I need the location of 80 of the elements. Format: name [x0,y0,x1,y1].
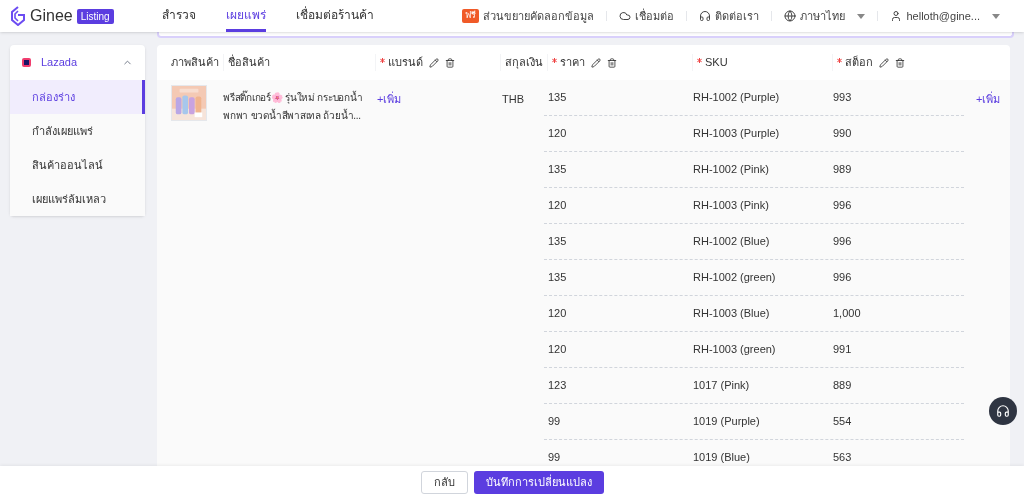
edit-icon[interactable] [879,57,889,68]
save-button[interactable]: บันทึกการเปลี่ยนแปลง [473,470,604,494]
price-cell-text: 135 [547,270,568,286]
trash-icon[interactable] [607,57,617,68]
price-cell-text: 120 [547,198,568,214]
cloud-icon [619,10,632,22]
stock-cell-text: 990 [832,126,853,142]
sku-cell-text: RH-1003 (Blue) [692,306,771,322]
globe-icon [784,10,797,22]
required-icon [552,58,557,63]
edit-icon[interactable] [591,57,601,68]
stock-cell-text: 989 [832,162,853,178]
sku-cell-text: 1019 (Purple) [692,414,761,430]
required-icon [837,58,842,63]
caret-icon [857,13,866,19]
sku-cell-text: RH-1003 (green) [692,342,777,358]
price-cell-text: 120 [547,126,568,142]
stock-cell-text: 889 [832,378,853,394]
stock-cell-text: 991 [832,342,853,358]
price-cell-text: 99 [547,414,562,430]
column-title: SKU [705,55,728,71]
logo-text: Ginee [30,6,73,26]
sidebar-item[interactable]: กำลังเผยแพร่ [10,114,145,148]
price-cell-text: 123 [547,378,568,394]
contact-link[interactable]: ติดต่อเรา [699,7,760,25]
price-cell-text: 120 [547,342,568,358]
sku-cell-text: RH-1002 (green) [692,270,777,286]
column-title: สกุลเงิน [505,55,543,71]
product-badge: Listing [76,8,114,24]
price-cell-text: 135 [547,90,568,106]
logo-icon [10,6,26,26]
language-dropdown[interactable]: ภาษาไทย [784,7,866,25]
stock-cell-text: 996 [832,270,853,286]
currency-text: THB [502,93,524,105]
price-cell-text: 99 [547,450,562,466]
sku-cell-text: RH-1002 (Blue) [692,234,771,250]
add-brand-link[interactable]: +เพิ่ม [377,91,402,108]
stock-cell-text: 993 [832,90,853,106]
nav-tab[interactable]: เชื่อมต่อร้านค้า [295,0,374,32]
sidebar-item[interactable]: เผยแพร่ล้มเหลว [10,182,145,216]
add-link[interactable]: +เพิ่ม [976,91,1001,108]
trash-icon[interactable] [895,57,905,68]
back-button[interactable]: กลับ [420,470,468,494]
headset-icon [699,10,712,22]
required-icon [697,58,702,63]
column-title: สต็อก [845,54,873,71]
sku-cell-text: RH-1003 (Pink) [692,198,770,214]
column-title: ภาพสินค้า [171,55,219,71]
price-cell-text: 135 [547,162,568,178]
caret-icon [992,13,1000,19]
sidebar-item[interactable]: กล่องร่าง [10,80,145,114]
edit-icon[interactable] [429,57,439,68]
trash-icon[interactable] [445,57,455,68]
sku-cell-text: RH-1002 (Pink) [692,162,770,178]
headset-icon [996,404,1010,418]
column-title: ชื่อสินค้า [228,54,270,71]
stock-cell-text: 1,000 [832,306,862,322]
extension-link[interactable]: ฟรี ส่วนขยายคัดลอกข้อมูล [462,7,595,25]
user-menu[interactable]: helloth@gine... [890,7,1000,25]
required-icon [380,58,385,63]
sku-cell-text: 1017 (Pink) [692,378,751,394]
stock-cell-text: 554 [832,414,853,430]
price-cell-text: 135 [547,234,568,250]
sku-cell-text: 1019 (Blue) [692,450,751,466]
sku-cell-text: RH-1002 (Purple) [692,90,781,106]
user-icon [890,10,903,22]
connect-link[interactable]: เชื่อมต่อ [619,7,675,25]
product-name: พรีสติ๊กเกอร์🌸 รุ่นใหม่ กระบอกน้ำพกพา ขวดน้ำสีพาสเทล ถ้วยน้ำ... [223,89,364,123]
stock-cell-text: 563 [832,450,853,466]
store-icon [22,58,31,67]
support-chat-button[interactable] [989,397,1017,425]
nav-tab[interactable]: สำรวจ [161,0,196,32]
store-group-header[interactable]: Lazada [10,45,145,80]
stock-cell-text: 996 [832,234,853,250]
column-title: แบรนด์ [388,55,423,71]
column-title: ราคา [560,55,585,71]
price-cell-text: 120 [547,306,568,322]
sidebar-item[interactable]: สินค้าออนไลน์ [10,148,145,182]
sku-cell-text: RH-1003 (Purple) [692,126,781,142]
stock-cell-text: 996 [832,198,853,214]
